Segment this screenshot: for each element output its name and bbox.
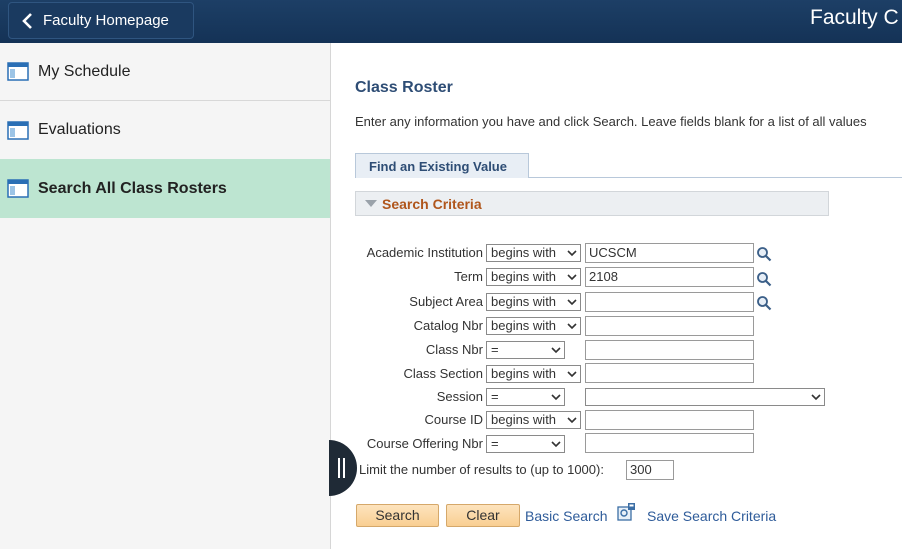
course-id-input[interactable] — [585, 410, 754, 430]
main-content: Class Roster Enter any information you h… — [331, 43, 902, 549]
class-nbr-input[interactable] — [585, 340, 754, 360]
class-section-input[interactable] — [585, 363, 754, 383]
subject-area-input[interactable] — [585, 292, 754, 312]
catalog-nbr-operator-select[interactable]: begins with — [486, 317, 581, 335]
save-search-icon[interactable] — [617, 502, 637, 522]
drag-grip-icon — [343, 458, 345, 478]
lookup-magnifier-icon[interactable] — [756, 271, 772, 287]
sidebar-item-evaluations[interactable]: Evaluations — [0, 101, 330, 159]
academic-institution-input[interactable]: UCSCM — [585, 243, 754, 263]
academic-institution-label: Academic Institution — [366, 245, 483, 260]
session-value-select[interactable] — [585, 388, 825, 406]
operator-value: begins with — [491, 245, 557, 260]
chevron-down-icon — [567, 417, 577, 424]
drag-grip-icon — [338, 458, 340, 478]
chevron-down-icon — [567, 323, 577, 330]
app-header: Faculty Homepage Faculty C — [0, 0, 902, 43]
academic-institution-operator-select[interactable]: begins with — [486, 244, 581, 262]
class-nbr-operator-select[interactable]: = — [486, 341, 565, 359]
chevron-left-icon — [22, 12, 32, 29]
back-button-label: Faculty Homepage — [43, 12, 169, 29]
course-offering-nbr-label: Course Offering Nbr — [366, 436, 483, 451]
class-section-label: Class Section — [403, 366, 483, 381]
search-criteria-toggle[interactable]: Search Criteria — [355, 191, 829, 216]
collapse-triangle-icon — [365, 200, 377, 207]
operator-value: = — [491, 342, 499, 357]
page-header-title: Faculty C — [810, 6, 899, 29]
operator-value: begins with — [491, 269, 557, 284]
calendar-grid-icon — [7, 62, 29, 81]
course-offering-nbr-input[interactable] — [585, 433, 754, 453]
chevron-down-icon — [567, 250, 577, 257]
course-offering-nbr-operator-select[interactable]: = — [486, 435, 565, 453]
search-criteria-label: Search Criteria — [382, 195, 482, 212]
calendar-grid-icon — [7, 179, 29, 198]
tab-find-existing-value[interactable]: Find an Existing Value — [355, 153, 529, 178]
save-search-criteria-link[interactable]: Save Search Criteria — [647, 508, 776, 524]
session-label: Session — [436, 389, 483, 404]
limit-results-label: Limit the number of results to (up to 10… — [359, 462, 604, 477]
basic-search-link[interactable]: Basic Search — [525, 508, 607, 524]
operator-value: begins with — [491, 318, 557, 333]
class-nbr-label: Class Nbr — [425, 342, 483, 357]
subject-area-operator-select[interactable]: begins with — [486, 293, 581, 311]
course-id-label: Course ID — [424, 412, 483, 427]
term-operator-select[interactable]: begins with — [486, 268, 581, 286]
sidebar-item-my-schedule[interactable]: My Schedule — [0, 43, 330, 101]
clear-button[interactable]: Clear — [446, 504, 520, 527]
chevron-down-icon — [551, 441, 561, 448]
chevron-down-icon — [567, 299, 577, 306]
page-title: Class Roster — [355, 79, 453, 96]
sidebar-item-label: My Schedule — [38, 62, 131, 80]
operator-value: begins with — [491, 294, 557, 309]
chevron-down-icon — [567, 274, 577, 281]
session-operator-select[interactable]: = — [486, 388, 565, 406]
class-section-operator-select[interactable]: begins with — [486, 365, 581, 383]
operator-value: = — [491, 436, 499, 451]
lookup-magnifier-icon[interactable] — [756, 295, 772, 311]
term-label: Term — [454, 269, 483, 284]
chevron-down-icon — [551, 347, 561, 354]
catalog-nbr-label: Catalog Nbr — [413, 318, 483, 333]
search-button[interactable]: Search — [356, 504, 439, 527]
chevron-down-icon — [567, 371, 577, 378]
sidebar-item-label: Evaluations — [38, 121, 121, 138]
calendar-grid-icon — [7, 120, 29, 140]
operator-value: = — [491, 389, 499, 404]
chevron-down-icon — [551, 394, 561, 401]
lookup-magnifier-icon[interactable] — [756, 246, 772, 262]
sidebar: My Schedule Evaluations Search All Class… — [0, 43, 331, 549]
limit-results-input[interactable]: 300 — [626, 460, 674, 480]
instructions-text: Enter any information you have and click… — [355, 114, 867, 129]
course-id-operator-select[interactable]: begins with — [486, 411, 581, 429]
operator-value: begins with — [491, 412, 557, 427]
catalog-nbr-input[interactable] — [585, 316, 754, 336]
sidebar-item-search-all-class-rosters[interactable]: Search All Class Rosters — [0, 159, 330, 218]
term-input[interactable]: 2108 — [585, 267, 754, 287]
back-to-faculty-homepage-button[interactable]: Faculty Homepage — [8, 2, 194, 39]
operator-value: begins with — [491, 366, 557, 381]
chevron-down-icon — [811, 394, 821, 401]
sidebar-item-label: Search All Class Rosters — [38, 179, 227, 197]
subject-area-label: Subject Area — [409, 294, 483, 309]
tab-divider — [529, 177, 902, 178]
